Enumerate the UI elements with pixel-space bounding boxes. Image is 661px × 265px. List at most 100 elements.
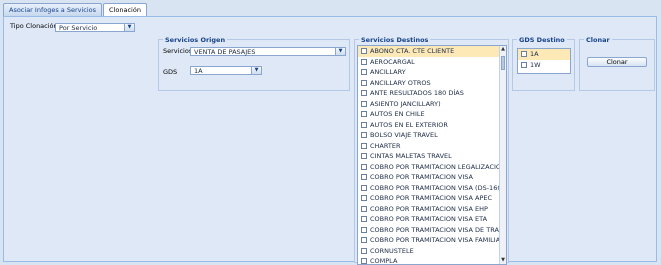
checkbox[interactable] <box>361 48 367 54</box>
servicio-destino-item[interactable]: AEROCARGAL <box>358 57 506 68</box>
servicio-destino-item[interactable]: ANCILLARY OTROS <box>358 78 506 89</box>
checkbox[interactable] <box>361 132 367 138</box>
servicio-destino-item-label: ANCILLARY OTROS <box>370 78 431 87</box>
servicio-destino-item-label: ABONO CTA. CTE CLIENTE <box>370 47 455 55</box>
checkbox[interactable] <box>521 51 527 57</box>
servicio-destino-item-label: ANTE RESULTADOS 180 DÍAS <box>370 89 464 97</box>
gds-destino-item-label: 1A <box>530 50 539 58</box>
servicios-origen-select[interactable]: VENTA DE PASAJES ▼ <box>190 47 346 56</box>
servicio-destino-item[interactable]: COBRO POR TRAMITACION VISA EHP <box>358 204 506 215</box>
clonar-button[interactable]: Clonar <box>587 57 647 67</box>
servicio-destino-item-label: COBRO POR TRAMITACION VISA APEC <box>370 194 493 202</box>
checkbox[interactable] <box>361 79 367 86</box>
checkbox[interactable] <box>361 121 367 128</box>
checkbox[interactable] <box>361 247 367 254</box>
servicio-destino-item-label: COBRO POR TRAMITACION VISA ETA <box>370 215 488 223</box>
checkbox[interactable] <box>361 205 367 212</box>
servicio-destino-item-label: ASIENTO JANCILLARY) <box>370 99 441 108</box>
servicio-destino-item-label: COBRO POR TRAMITACION LEGALIZACION D <box>370 162 507 171</box>
tab-asociar-infoges[interactable]: Asociar Infoges a Servicios <box>3 3 103 16</box>
servicio-destino-item-label: AEROCARGAL <box>370 57 415 66</box>
chevron-down-icon[interactable]: ▼ <box>335 48 345 55</box>
scrollbar[interactable]: ▲ ▼ <box>499 46 506 264</box>
servicio-destino-item[interactable]: COBRO POR TRAMITACION VISA FAMILIAR <box>358 235 506 246</box>
checkbox[interactable] <box>361 174 367 180</box>
checkbox[interactable] <box>361 142 367 149</box>
scroll-up-icon[interactable]: ▲ <box>500 46 506 53</box>
servicios-destinos-legend: Servicios Destinos <box>359 36 431 44</box>
checkbox[interactable] <box>361 163 367 170</box>
tipo-clonacion-select[interactable]: Por Servicio ▼ <box>55 23 135 32</box>
servicio-destino-item-label: CORNUSTELE <box>370 246 414 255</box>
servicio-destino-item[interactable]: CINTAS MALETAS TRAVEL <box>358 151 506 162</box>
gds-origen-value: 1A <box>194 67 203 75</box>
gds-destino-item-label: 1W <box>530 60 541 69</box>
servicio-destino-item-label: COBRO POR TRAMITACION VISA (DS-160) <box>370 183 505 192</box>
tab-strip: Asociar Infoges a Servicios Clonación <box>3 3 148 17</box>
checkbox[interactable] <box>361 153 367 159</box>
clonacion-panel: Tipo Clonación Por Servicio ▼ Servicios … <box>3 16 657 265</box>
tipo-clonacion-value: Por Servicio <box>59 24 98 32</box>
servicio-destino-item-label: COBRO POR TRAMITACION VISA EHP <box>370 204 488 213</box>
clonar-legend: Clonar <box>584 36 612 44</box>
servicio-destino-item[interactable]: ANCILLARY <box>358 67 506 78</box>
servicio-destino-item[interactable]: AUTOS EN EL EXTERIOR <box>358 120 506 131</box>
servicio-destino-item[interactable]: CORNUSTELE <box>358 246 506 257</box>
checkbox[interactable] <box>361 216 367 222</box>
checkbox[interactable] <box>361 226 367 233</box>
servicio-destino-item[interactable]: ASIENTO JANCILLARY) <box>358 99 506 110</box>
checkbox[interactable] <box>361 69 367 75</box>
servicio-destino-item-label: CINTAS MALETAS TRAVEL <box>370 152 452 160</box>
checkbox[interactable] <box>521 61 527 68</box>
scroll-down-icon[interactable]: ▼ <box>500 257 506 264</box>
servicio-destino-item-label: CHARTER <box>370 141 401 150</box>
gds-destino-legend: GDS Destino <box>517 36 567 44</box>
servicio-destino-item[interactable]: CHARTER <box>358 141 506 152</box>
checkbox[interactable] <box>361 58 367 65</box>
checkbox[interactable] <box>361 195 367 201</box>
servicio-destino-item-label: COBRO POR TRAMITACION VISA <box>370 173 473 181</box>
tab-clonacion[interactable]: Clonación <box>103 3 147 17</box>
servicio-destino-item[interactable]: COMPLA <box>358 256 506 265</box>
clonar-fieldset: Clonar Clonar <box>579 36 655 91</box>
servicio-destino-item-label: ANCILLARY <box>370 68 406 76</box>
servicio-destino-item[interactable]: COBRO POR TRAMITACION LEGALIZACION D <box>358 162 506 173</box>
servicio-destino-item-label: BOLSO VIAJE TRAVEL <box>370 131 438 139</box>
tipo-clonacion-label: Tipo Clonación <box>10 22 58 30</box>
gds-destino-item[interactable]: 1W <box>518 60 570 71</box>
servicio-destino-item-label: COBRO POR TRAMITACION VISA DE TRABAJO <box>370 225 507 234</box>
servicio-destino-item[interactable]: COBRO POR TRAMITACION VISA <box>358 172 506 183</box>
servicios-origen-value: VENTA DE PASAJES <box>194 48 256 56</box>
servicios-origen-legend: Servicios Origen <box>163 36 228 44</box>
servicio-destino-item[interactable]: AUTOS EN CHILE <box>358 109 506 120</box>
servicios-label: Servicios <box>163 47 193 55</box>
checkbox[interactable] <box>361 184 367 191</box>
servicios-destinos-fieldset: Servicios Destinos ABONO CTA. CTE CLIENT… <box>354 36 509 265</box>
gds-destino-fieldset: GDS Destino 1A 1W <box>512 36 575 91</box>
servicios-destinos-list[interactable]: ABONO CTA. CTE CLIENTE AEROCARGAL ANCILLAR… <box>357 45 507 265</box>
gds-destino-list[interactable]: 1A 1W <box>517 48 571 74</box>
servicio-destino-item-label: COBRO POR TRAMITACION VISA FAMILIAR <box>370 236 505 244</box>
checkbox[interactable] <box>361 111 367 117</box>
gds-label: GDS <box>163 68 178 76</box>
servicios-origen-fieldset: Servicios Origen Servicios VENTA DE PASA… <box>158 36 350 91</box>
chevron-down-icon[interactable]: ▼ <box>251 67 261 74</box>
servicio-destino-item[interactable]: COBRO POR TRAMITACION VISA APEC <box>358 193 506 204</box>
checkbox[interactable] <box>361 237 367 243</box>
scroll-thumb[interactable] <box>501 56 505 70</box>
servicio-destino-item[interactable]: ABONO CTA. CTE CLIENTE <box>358 46 506 57</box>
servicio-destino-item-label: AUTOS EN EL EXTERIOR <box>370 120 448 129</box>
gds-destino-item[interactable]: 1A <box>518 49 570 60</box>
chevron-down-icon[interactable]: ▼ <box>124 24 134 31</box>
servicio-destino-item-label: COMPLA <box>370 257 398 265</box>
servicio-destino-item[interactable]: COBRO POR TRAMITACION VISA DE TRABAJO <box>358 225 506 236</box>
servicio-destino-item[interactable]: COBRO POR TRAMITACION VISA (DS-160) <box>358 183 506 194</box>
checkbox[interactable] <box>361 100 367 107</box>
checkbox[interactable] <box>361 258 367 264</box>
servicio-destino-item[interactable]: ANTE RESULTADOS 180 DÍAS <box>358 88 506 99</box>
checkbox[interactable] <box>361 90 367 96</box>
servicio-destino-item-label: AUTOS EN CHILE <box>370 110 425 118</box>
gds-origen-select[interactable]: 1A ▼ <box>190 66 262 75</box>
servicio-destino-item[interactable]: BOLSO VIAJE TRAVEL <box>358 130 506 141</box>
servicio-destino-item[interactable]: COBRO POR TRAMITACION VISA ETA <box>358 214 506 225</box>
